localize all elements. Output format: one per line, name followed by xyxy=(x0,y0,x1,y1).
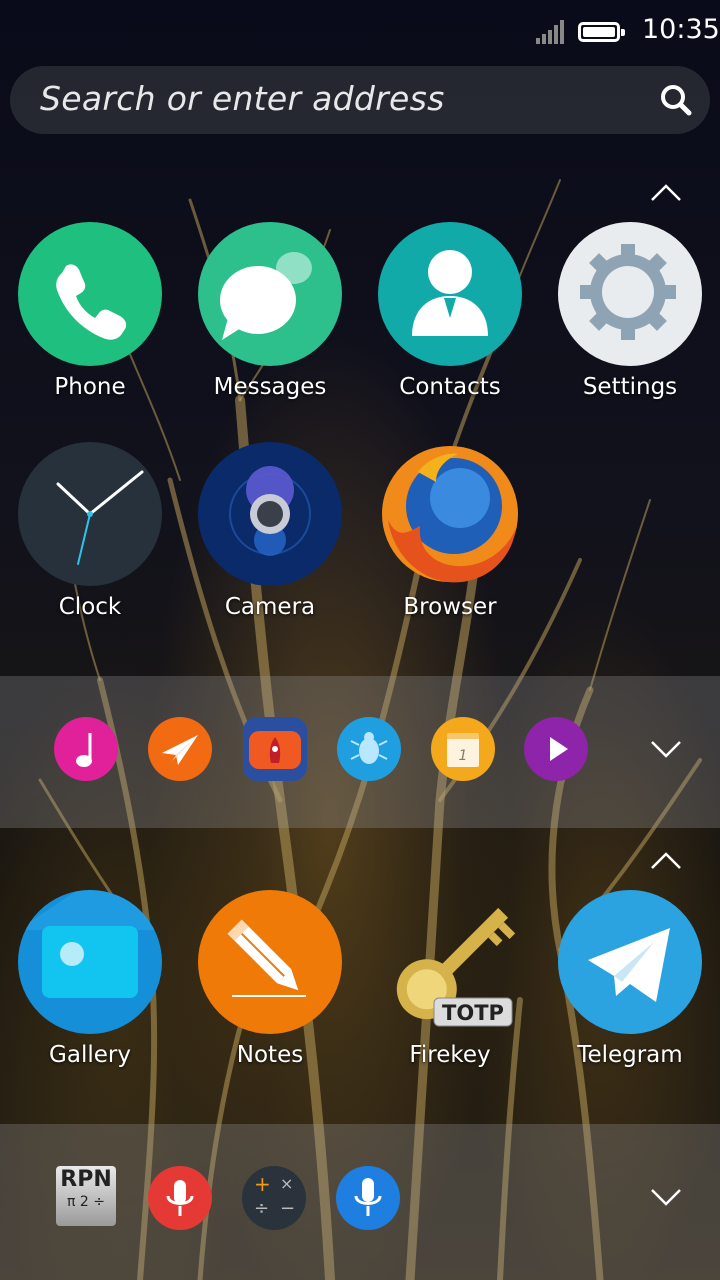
collapsed-group-1[interactable]: 1 xyxy=(0,676,720,828)
app-label: Notes xyxy=(236,1042,304,1068)
app-clock[interactable]: Clock xyxy=(0,442,180,620)
totp-badge: TOTP xyxy=(442,1001,504,1025)
expand-group-button[interactable] xyxy=(646,734,686,764)
music-icon[interactable] xyxy=(54,717,118,781)
camera-icon xyxy=(198,442,342,586)
app-notes[interactable]: Notes xyxy=(180,890,360,1068)
search-input[interactable]: Search or enter address xyxy=(40,79,445,118)
key-icon: TOTP xyxy=(378,890,522,1034)
messages-icon xyxy=(198,222,342,366)
app-browser[interactable]: Browser xyxy=(360,442,540,620)
gallery-icon xyxy=(18,890,162,1034)
app-telegram[interactable]: Telegram xyxy=(540,890,720,1068)
minus-symbol: − xyxy=(280,1198,296,1219)
app-label: Clock xyxy=(58,594,122,620)
app-firekey[interactable]: TOTP Firekey xyxy=(360,890,540,1068)
app-label: Gallery xyxy=(49,1042,131,1068)
calculator-icon[interactable]: + × ÷ − xyxy=(242,1166,306,1230)
plus-symbol: + xyxy=(254,1172,271,1196)
clock-icon xyxy=(18,442,162,586)
collapse-group-button[interactable] xyxy=(646,178,686,208)
search-icon[interactable] xyxy=(660,84,692,116)
app-label: Camera xyxy=(224,594,316,620)
bug-icon[interactable] xyxy=(337,717,401,781)
times-symbol: × xyxy=(280,1174,294,1193)
app-settings[interactable]: Settings xyxy=(540,222,720,400)
play-icon[interactable] xyxy=(524,717,588,781)
app-label: Contacts xyxy=(399,374,501,400)
rpn-bottom: π 2 ÷ xyxy=(67,1194,105,1210)
microphone-icon[interactable] xyxy=(148,1166,212,1230)
rocket-icon[interactable] xyxy=(243,717,307,781)
calendar-day: 1 xyxy=(459,748,468,764)
pencil-icon xyxy=(198,890,342,1034)
app-label: Messages xyxy=(213,374,327,400)
app-phone[interactable]: Phone xyxy=(0,222,180,400)
rpn-top: RPN xyxy=(60,1167,112,1192)
search-bar[interactable]: Search or enter address xyxy=(10,66,710,134)
app-camera[interactable]: Camera xyxy=(180,442,360,620)
app-messages[interactable]: Messages xyxy=(180,222,360,400)
voice-input-icon[interactable] xyxy=(336,1166,400,1230)
battery-icon xyxy=(578,22,625,42)
contacts-icon xyxy=(378,222,522,366)
app-contacts[interactable]: Contacts xyxy=(360,222,540,400)
wallpaper-trees xyxy=(38,179,702,1280)
expand-group-button[interactable] xyxy=(646,1182,686,1212)
app-label: Browser xyxy=(403,594,497,620)
status-time: 10:35 xyxy=(642,14,720,45)
app-label: Settings xyxy=(582,374,678,400)
collapse-group-button[interactable] xyxy=(646,846,686,876)
calendar-icon[interactable]: 1 xyxy=(431,717,495,781)
status-bar: 10:35 xyxy=(0,0,720,64)
rpn-calculator-icon[interactable]: RPN π 2 ÷ xyxy=(56,1166,116,1226)
phone-icon xyxy=(18,222,162,366)
app-label: Telegram xyxy=(577,1042,683,1068)
app-gallery[interactable]: Gallery xyxy=(0,890,180,1068)
gear-icon xyxy=(558,222,702,366)
app-label: Firekey xyxy=(409,1042,491,1068)
signal-icon xyxy=(536,20,564,44)
collapsed-group-2[interactable]: RPN π 2 ÷ + × ÷ − xyxy=(0,1124,720,1280)
divide-symbol: ÷ xyxy=(254,1198,270,1219)
app-label: Phone xyxy=(54,374,126,400)
telegram-icon xyxy=(558,890,702,1034)
paper-plane-icon[interactable] xyxy=(148,717,212,781)
firefox-icon xyxy=(378,442,522,586)
